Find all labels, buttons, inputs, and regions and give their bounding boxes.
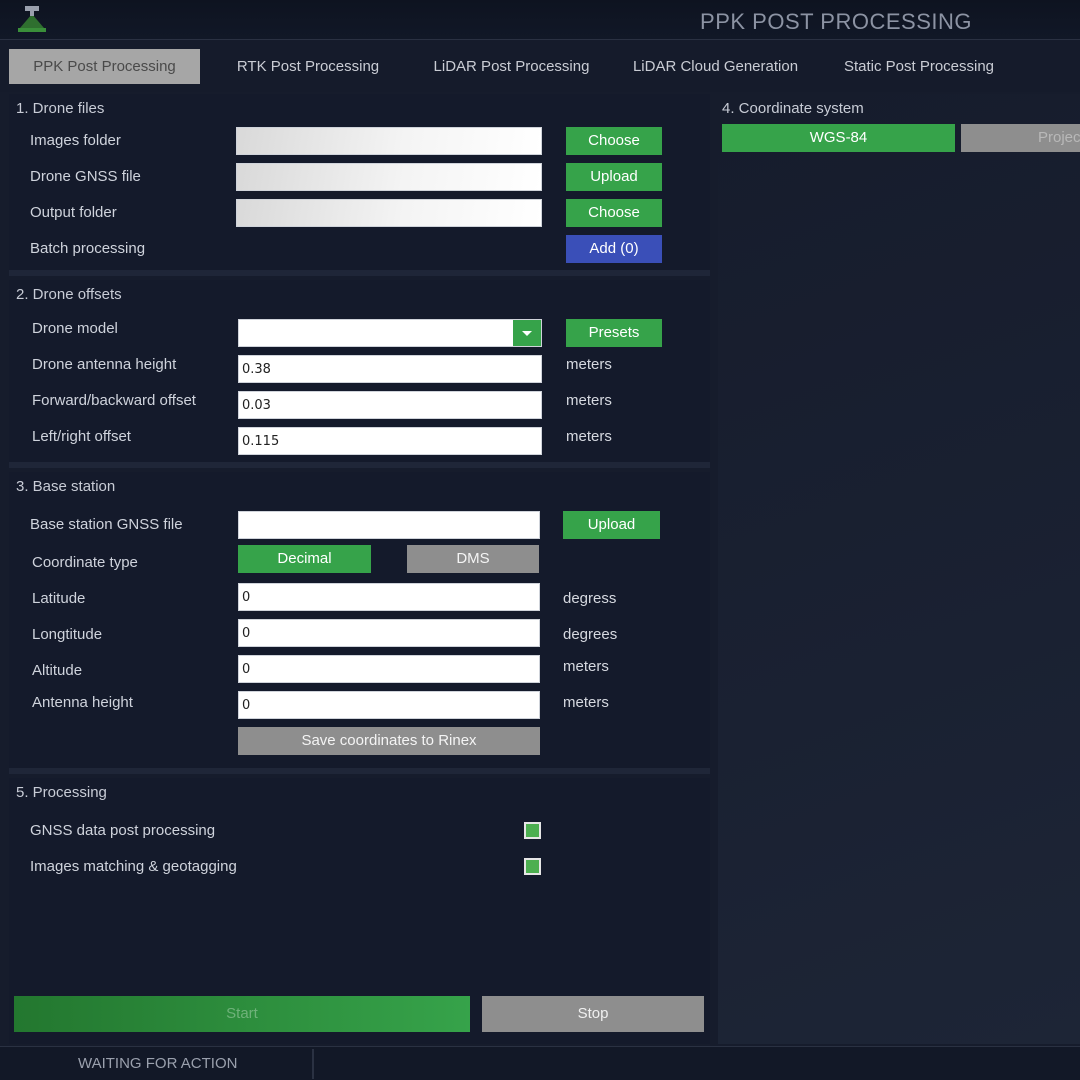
unit-label: meters <box>566 356 612 373</box>
projected-label: Projec <box>1038 129 1080 146</box>
coordinate-type-label: Coordinate type <box>32 554 138 571</box>
drone-offsets-panel: 2. Drone offsets Drone model Presets Dro… <box>9 280 710 468</box>
unit-label: degrees <box>563 626 618 643</box>
dms-toggle[interactable]: DMS <box>407 545 539 573</box>
latitude-label: Latitude <box>32 590 86 607</box>
forward-offset-input[interactable]: 0.03 <box>238 391 542 419</box>
drone-gnss-input[interactable] <box>236 163 542 191</box>
tab-bar: PPK Post Processing RTK Post Processing … <box>0 40 1080 92</box>
section-title: 2. Drone offsets <box>16 286 122 303</box>
upload-gnss-button[interactable]: Upload <box>566 163 662 191</box>
base-antenna-height-label: Antenna height <box>32 694 133 711</box>
latitude-input[interactable]: 0 <box>238 583 540 611</box>
tab-lidar-cloud[interactable]: LiDAR Cloud Generation <box>620 49 811 84</box>
gnss-post-checkbox[interactable] <box>524 822 541 839</box>
choose-output-button[interactable]: Choose <box>566 199 662 227</box>
image-matching-checkbox[interactable] <box>524 858 541 875</box>
base-antenna-height-input[interactable]: 0 <box>238 691 540 719</box>
title-bar: PPK POST PROCESSING <box>0 0 1080 40</box>
unit-label: meters <box>566 428 612 445</box>
base-gnss-input[interactable] <box>238 511 540 539</box>
drone-gnss-label: Drone GNSS file <box>30 168 141 185</box>
antenna-height-label: Drone antenna height <box>32 356 177 373</box>
window-title: PPK POST PROCESSING <box>700 9 972 34</box>
image-matching-label: Images matching & geotagging <box>30 858 237 875</box>
longitude-input[interactable]: 0 <box>238 619 540 647</box>
presets-button[interactable]: Presets <box>566 319 662 347</box>
tab-static[interactable]: Static Post Processing <box>825 49 1013 84</box>
drone-model-select[interactable] <box>238 319 542 347</box>
images-folder-input[interactable] <box>236 127 542 155</box>
tab-ppk[interactable]: PPK Post Processing <box>9 49 200 84</box>
choose-images-button[interactable]: Choose <box>566 127 662 155</box>
stop-button[interactable]: Stop <box>482 996 704 1032</box>
lateral-offset-input[interactable]: 0.115 <box>238 427 542 455</box>
tab-lidar-post[interactable]: LiDAR Post Processing <box>415 49 608 84</box>
altitude-label: Altitude <box>32 662 83 679</box>
drone-files-panel: 1. Drone files Images folder Choose Dron… <box>9 94 710 276</box>
coordinate-system-panel: 4. Coordinate system WGS-84 Projec <box>718 94 1080 1044</box>
save-rinex-button[interactable]: Save coordinates to Rinex <box>238 727 540 755</box>
base-gnss-label: Base station GNSS file <box>30 516 183 533</box>
wgs84-toggle[interactable]: WGS-84 <box>722 124 955 152</box>
output-folder-input[interactable] <box>236 199 542 227</box>
processing-panel: 5. Processing GNSS data post processing … <box>9 778 710 1044</box>
section-title: 5. Processing <box>16 784 107 801</box>
unit-label: meters <box>563 658 609 675</box>
longitude-label: Longtitude <box>32 626 103 643</box>
forward-offset-label: Forward/backward offset <box>32 392 196 409</box>
divider <box>312 1049 314 1079</box>
unit-label: meters <box>566 392 612 409</box>
add-batch-button[interactable]: Add (0) <box>566 235 662 263</box>
antenna-height-input[interactable]: 0.38 <box>238 355 542 383</box>
start-button[interactable]: Start <box>14 996 470 1032</box>
unit-label: meters <box>563 694 609 711</box>
unit-label: degress <box>563 590 617 607</box>
base-station-panel: 3. Base station Base station GNSS file U… <box>9 472 710 774</box>
status-bar: WAITING FOR ACTION <box>0 1046 1080 1080</box>
batch-processing-label: Batch processing <box>30 240 146 257</box>
decimal-toggle[interactable]: Decimal <box>238 545 371 573</box>
images-folder-label: Images folder <box>30 132 121 149</box>
projected-toggle[interactable]: Projec <box>961 124 1080 152</box>
altitude-input[interactable]: 0 <box>238 655 540 683</box>
gnss-post-label: GNSS data post processing <box>30 822 216 839</box>
section-title: 3. Base station <box>16 478 116 495</box>
lateral-offset-label: Left/right offset <box>32 428 131 445</box>
output-folder-label: Output folder <box>30 204 117 221</box>
status-text: WAITING FOR ACTION <box>78 1055 238 1072</box>
drone-model-label: Drone model <box>32 320 118 337</box>
section-title: 4. Coordinate system <box>722 100 864 117</box>
upload-base-gnss-button[interactable]: Upload <box>563 511 660 539</box>
app-logo-icon <box>18 6 46 32</box>
section-title: 1. Drone files <box>16 100 105 117</box>
tab-rtk[interactable]: RTK Post Processing <box>215 49 401 84</box>
